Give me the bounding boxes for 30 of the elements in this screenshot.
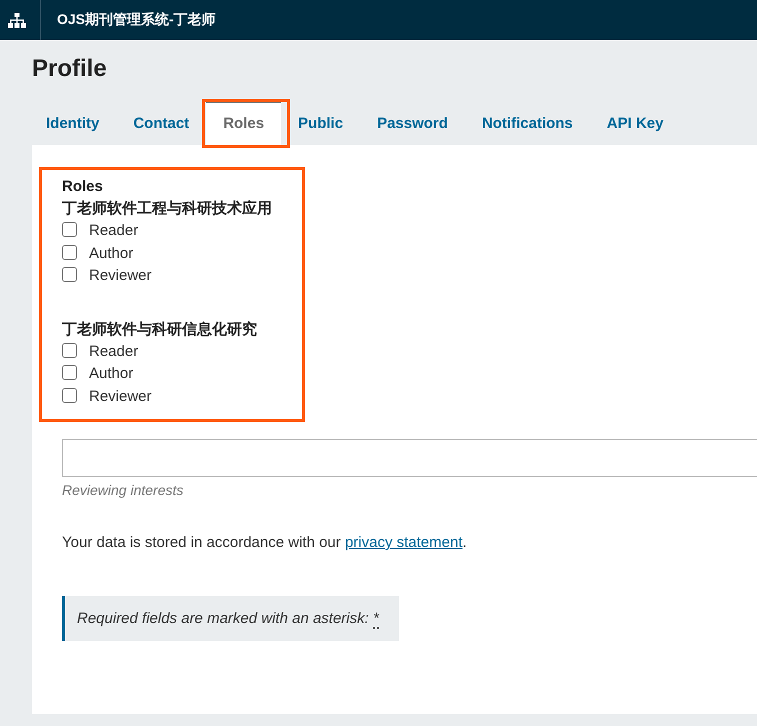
site-title[interactable]: OJS期刊管理系统-丁老师 [57,11,216,29]
tab[interactable]: Identity [29,102,116,145]
checkbox-label[interactable]: Reviewer [89,265,152,288]
tab[interactable]: Notifications [464,102,590,145]
journal-title: 丁老师软件工程与科研技术应用 [62,199,273,219]
checkbox-label[interactable]: Reader [89,220,138,242]
checkbox[interactable] [62,388,77,403]
page-title: Profile [32,54,107,84]
tab[interactable]: Roles [206,102,282,145]
checkbox-label[interactable]: Reviewer [89,386,152,408]
checkbox-label[interactable]: Author [89,363,134,386]
roles-legend: Roles [62,176,282,198]
privacy-text: Your data is stored in accordance with our privacy statement. [62,533,467,553]
sitemap-icon[interactable] [8,12,26,28]
checkbox[interactable] [62,342,77,358]
checkbox[interactable] [62,244,77,260]
tab[interactable]: API Key [590,102,680,145]
tab[interactable]: Password [360,102,465,145]
journal-title: 丁老师软件与科研信息化研究 [62,320,258,340]
checkbox-label[interactable]: Author [89,242,134,265]
field-label: Reviewing interests [62,481,184,500]
reviewing-interests-field[interactable] [62,439,757,477]
tab[interactable]: Contact [116,102,206,145]
tab[interactable]: Public [281,102,360,145]
checkbox[interactable] [62,365,77,380]
checkbox[interactable] [62,267,77,282]
privacy-statement-link[interactable]: privacy statement [344,534,462,551]
checkbox[interactable] [62,222,77,238]
checkbox-label[interactable]: Reader [89,340,138,363]
required-fields-notice: Required fields are marked with an asterisk: * [77,609,379,630]
